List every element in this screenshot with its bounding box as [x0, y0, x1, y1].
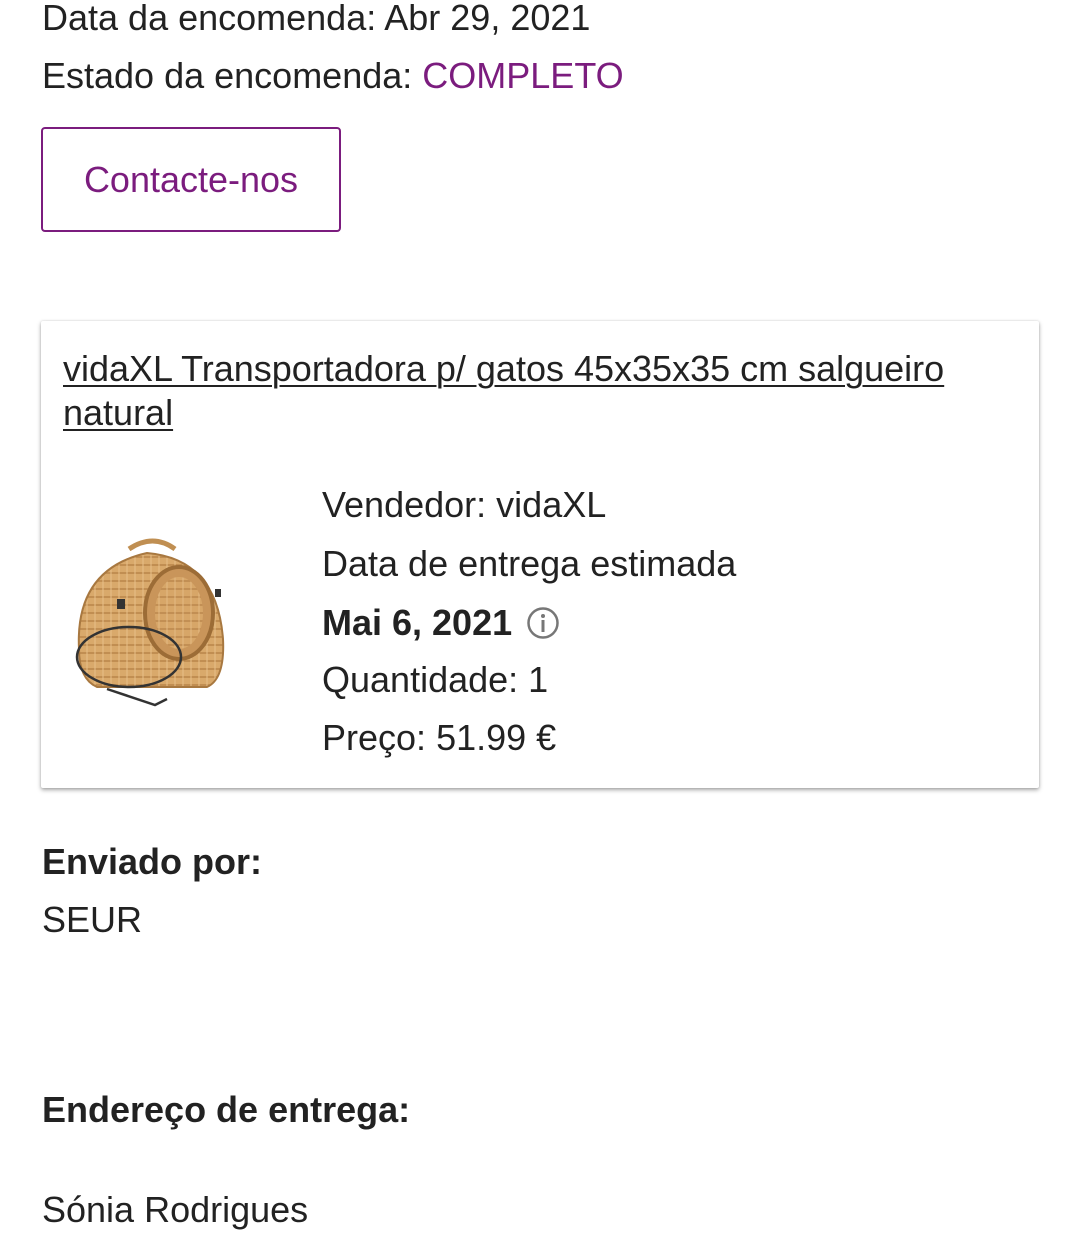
quantity-row: Quantidade: 1 — [322, 658, 548, 702]
shipped-by-title: Enviado por: — [42, 841, 263, 882]
seller-value: vidaXL — [496, 484, 607, 525]
seller-row: Vendedor: vidaXL — [322, 483, 606, 527]
order-date-label: Data da encomenda: — [42, 0, 377, 38]
order-date-value: Abr 29, 2021 — [384, 0, 591, 38]
order-status: Estado da encomenda: COMPLETO — [42, 54, 624, 98]
delivery-address-title: Endereço de entrega: — [42, 1089, 411, 1130]
estimated-delivery-date: Mai 6, 2021 — [322, 602, 513, 643]
recipient-name: Sónia Rodrigues — [42, 1189, 309, 1230]
price-row: Preço: 51.99 € — [322, 716, 556, 760]
estimated-delivery-label: Data de entrega estimada — [322, 543, 737, 584]
order-status-value: COMPLETO — [422, 55, 624, 96]
product-card: vidaXL Transportadora p/ gatos 45x35x35 … — [41, 321, 1039, 788]
order-details-page: Data da encomenda: Abr 29, 2021 Estado d… — [0, 0, 1080, 1234]
price-label: Preço: — [322, 717, 427, 758]
price-value: 51.99 € — [436, 717, 557, 758]
seller-label: Vendedor: — [322, 484, 487, 525]
estimated-delivery-row: Mai 6, 2021 — [322, 601, 560, 645]
contact-us-button[interactable]: Contacte-nos — [41, 127, 341, 232]
info-icon[interactable] — [526, 606, 560, 640]
order-status-label: Estado da encomenda: — [42, 55, 413, 96]
quantity-label: Quantidade: — [322, 659, 519, 700]
quantity-value: 1 — [528, 659, 549, 700]
order-date: Data da encomenda: Abr 29, 2021 — [42, 0, 590, 40]
wicker-cat-carrier-image[interactable] — [67, 529, 237, 709]
carrier-name: SEUR — [42, 899, 143, 940]
product-title-link[interactable]: vidaXL Transportadora p/ gatos 45x35x35 … — [63, 347, 1023, 435]
